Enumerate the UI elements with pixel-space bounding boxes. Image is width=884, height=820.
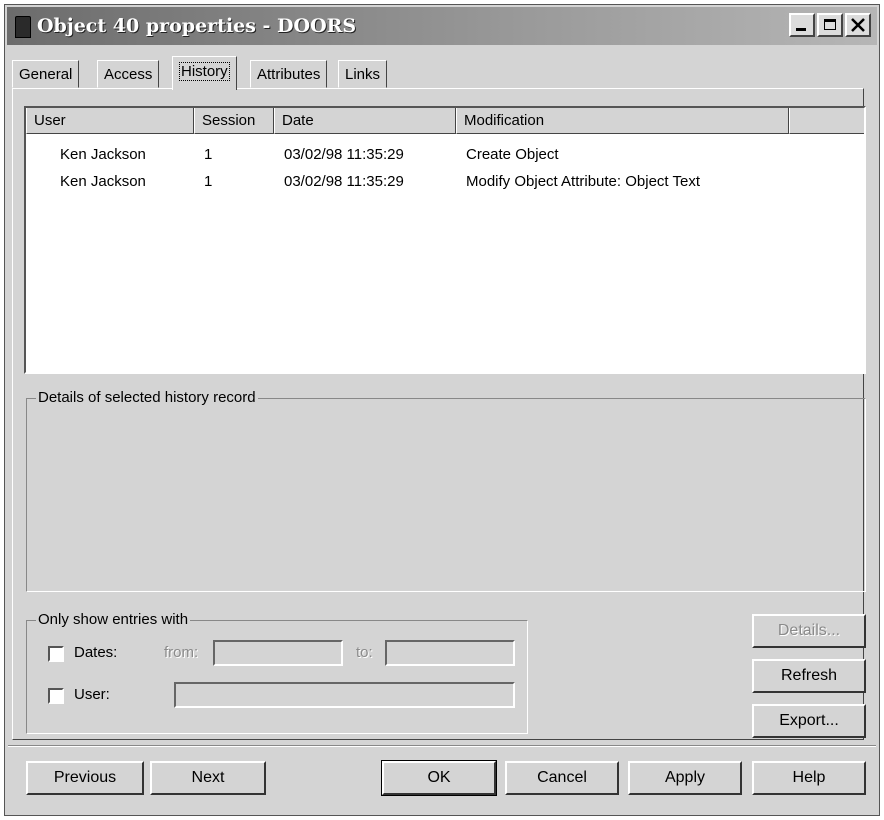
from-date-field[interactable] (213, 640, 343, 666)
doors-app-icon (15, 16, 31, 38)
row-modification: Create Object (466, 146, 559, 163)
to-date-field[interactable] (385, 640, 515, 666)
details-group-label: Details of selected history record (36, 389, 258, 406)
next-button[interactable]: Next (150, 761, 266, 795)
details-button[interactable]: Details... (752, 614, 866, 648)
row-user: Ken Jackson (60, 173, 146, 190)
tab-links[interactable]: Links (338, 60, 388, 88)
help-button[interactable]: Help (752, 761, 866, 795)
user-field[interactable] (174, 682, 515, 708)
tab-history[interactable]: History (172, 56, 237, 90)
to-label: to: (356, 644, 373, 661)
column-header-date[interactable]: Date (274, 108, 456, 134)
row-session: 1 (204, 173, 213, 190)
user-label: User: (74, 686, 110, 703)
history-list[interactable]: User Session Date Modification Ken Jacks… (24, 106, 866, 374)
details-group (26, 398, 866, 592)
tab-general[interactable]: General (12, 60, 80, 88)
minimize-icon (796, 28, 806, 31)
previous-button[interactable]: Previous (26, 761, 144, 795)
cancel-button[interactable]: Cancel (505, 761, 619, 795)
close-icon (851, 18, 865, 32)
maximize-button[interactable] (817, 13, 843, 37)
dates-label: Dates: (74, 644, 118, 661)
maximize-icon (824, 19, 836, 30)
window-title: Object 40 properties - DOORS (37, 15, 357, 37)
ok-button[interactable]: OK (381, 760, 497, 796)
row-user: Ken Jackson (60, 146, 146, 163)
row-session: 1 (204, 146, 213, 163)
column-header-session[interactable]: Session (194, 108, 274, 134)
export-button[interactable]: Export... (752, 704, 866, 738)
from-label: from: (164, 644, 199, 661)
filter-group-label: Only show entries with (36, 611, 191, 628)
user-checkbox[interactable] (48, 688, 64, 704)
refresh-button[interactable]: Refresh (752, 659, 866, 693)
column-header-modification[interactable]: Modification (456, 108, 789, 134)
minimize-button[interactable] (789, 13, 815, 37)
dates-checkbox[interactable] (48, 646, 64, 662)
column-header-user[interactable]: User (26, 108, 194, 134)
row-modification: Modify Object Attribute: Object Text (466, 173, 700, 190)
row-date: 03/02/98 11:35:29 (284, 173, 404, 190)
close-button[interactable] (845, 13, 871, 37)
filter-group (26, 620, 528, 734)
tab-access[interactable]: Access (97, 60, 160, 88)
row-date: 03/02/98 11:35:29 (284, 146, 404, 163)
tab-attributes[interactable]: Attributes (250, 60, 328, 88)
apply-button[interactable]: Apply (628, 761, 742, 795)
column-header-empty (789, 108, 864, 134)
bottom-separator (8, 745, 876, 747)
title-bar[interactable]: Object 40 properties - DOORS (7, 7, 877, 45)
